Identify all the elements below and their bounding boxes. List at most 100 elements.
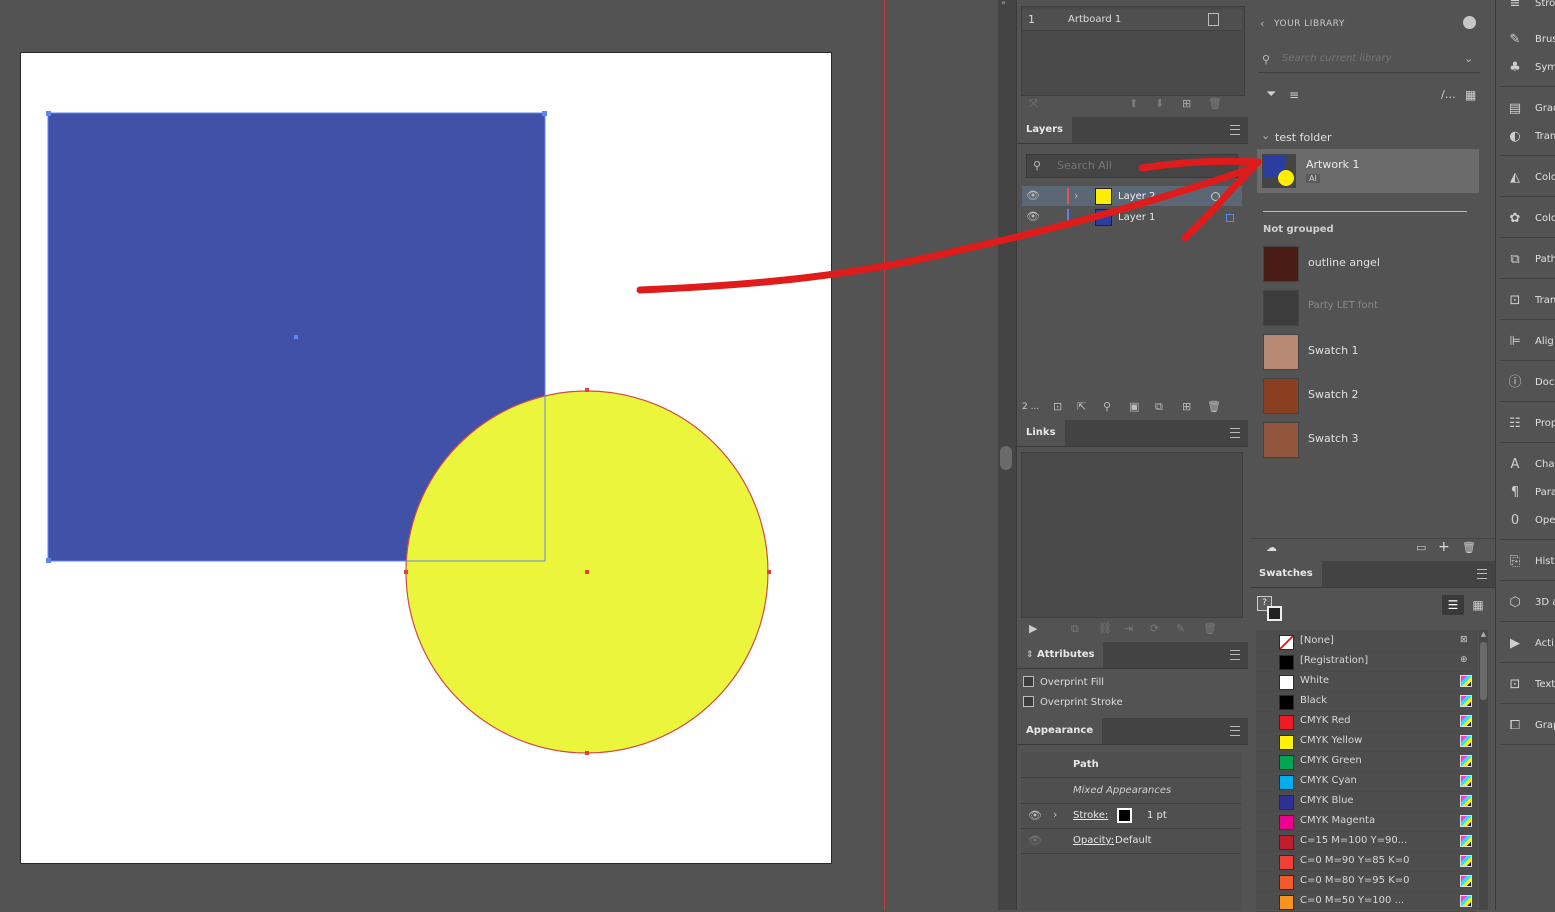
anchor-point[interactable] [46, 111, 51, 116]
overprint-fill-checkbox[interactable] [1023, 676, 1034, 687]
tab-layers[interactable]: Layers [1017, 117, 1072, 143]
play-icon[interactable]: ▶ [1029, 623, 1037, 635]
relink-icon[interactable]: ⛓ [1098, 623, 1112, 635]
artboard-tools-icon[interactable]: ⊡ [1053, 401, 1062, 413]
folder-icon[interactable]: ▭ [1416, 542, 1426, 554]
fill-stroke-proxy[interactable]: ? [1257, 596, 1283, 622]
visibility-eye-icon[interactable]: 👁 [1026, 211, 1040, 223]
thumbnail-view-icon[interactable]: ▦ [1468, 595, 1488, 615]
tab-swatches[interactable]: Swatches [1250, 561, 1322, 587]
tool-transform[interactable]: ⊡ Tran [1498, 287, 1555, 315]
tool-pathfinder[interactable]: ⧉ Path [1498, 246, 1555, 274]
rearrange-artboards-icon[interactable]: ⤧ [1029, 98, 1038, 110]
swatches-menu-icon[interactable] [1477, 569, 1487, 579]
library-item[interactable]: Swatch 1 [1257, 330, 1479, 372]
tool-actions[interactable]: ▶ Acti [1498, 630, 1555, 658]
swatch-row[interactable]: CMYK Magenta [1256, 811, 1476, 832]
tool-document-info[interactable]: ⓘ Docu [1498, 369, 1555, 397]
list-view-icon[interactable]: ☰ [1442, 595, 1464, 615]
swatch-row[interactable]: [None] ⊠ [1256, 631, 1476, 652]
layers-search-field[interactable]: ⚲ [1026, 154, 1238, 178]
stroke-label[interactable]: Stroke: [1073, 810, 1108, 821]
delete-icon[interactable]: 🗑 [1462, 542, 1476, 554]
visibility-eye-icon[interactable]: 👁 [1028, 835, 1042, 847]
anchor-point[interactable] [46, 558, 51, 563]
tool-symbols[interactable]: ♣ Sym [1498, 54, 1555, 82]
filter-icon[interactable]: ⏷ [1266, 88, 1276, 101]
opacity-value[interactable]: Default [1115, 835, 1152, 846]
opacity-row[interactable]: 👁 Opacity: Default [1021, 829, 1241, 853]
layer-row[interactable]: 👁 › Layer 2 [1022, 186, 1242, 206]
artboard-options-icon[interactable] [1208, 13, 1219, 26]
anchor-point[interactable] [585, 388, 589, 392]
embed-icon[interactable]: ⧉ [1071, 623, 1079, 635]
move-down-icon[interactable]: ⬇ [1155, 98, 1164, 110]
update-link-icon[interactable]: ⟳ [1150, 623, 1159, 635]
go-to-link-icon[interactable]: ⇥ [1124, 623, 1133, 635]
new-sublayer-icon[interactable]: ⧉ [1155, 401, 1163, 413]
opacity-label[interactable]: Opacity: [1073, 835, 1114, 846]
back-chevron-icon[interactable]: ‹ [1260, 18, 1264, 30]
swatch-row[interactable]: C=0 M=90 Y=85 K=0 [1256, 851, 1476, 872]
swatch-row[interactable]: CMYK Red [1256, 711, 1476, 732]
tool-text-import[interactable]: ⊡ Text [1498, 671, 1555, 699]
artboard-row[interactable]: 1 Artboard 1 [1022, 10, 1242, 31]
tool-opentype[interactable]: 0 Ope [1498, 507, 1555, 535]
export-icon[interactable]: ⇱ [1077, 401, 1086, 413]
tool-history[interactable]: ⎘ Hist [1498, 548, 1555, 576]
dock-scroll-handle[interactable] [1000, 446, 1012, 470]
swatch-row[interactable]: C=0 M=50 Y=100 ... [1256, 891, 1476, 912]
scroll-thumb[interactable] [1480, 642, 1487, 700]
library-item[interactable]: Swatch 3 [1257, 418, 1479, 460]
expand-chevron-icon[interactable]: › [1053, 809, 1057, 821]
library-title[interactable]: YOUR LIBRARY [1274, 19, 1345, 29]
tool-paragraph[interactable]: ¶ Para [1498, 479, 1555, 507]
layer-row[interactable]: 👁 Layer 1 [1022, 207, 1242, 227]
move-up-icon[interactable]: ⬆ [1129, 98, 1138, 110]
swatch-row[interactable]: CMYK Blue [1256, 791, 1476, 812]
unlink-icon[interactable]: 🗑 [1203, 623, 1217, 635]
anchor-point[interactable] [585, 751, 589, 755]
scroll-up-icon[interactable]: ▲ [1479, 630, 1488, 638]
swatch-row[interactable]: CMYK Cyan [1256, 771, 1476, 792]
add-icon[interactable]: + [1438, 540, 1450, 554]
chevron-down-icon[interactable]: ⌄ [1464, 53, 1473, 65]
tool-character[interactable]: A Char [1498, 451, 1555, 479]
library-item[interactable]: Swatch 2 [1257, 374, 1479, 416]
swatch-row[interactable]: C=0 M=80 Y=95 K=0 [1256, 871, 1476, 892]
tab-links[interactable]: Links [1017, 420, 1065, 446]
library-item[interactable]: Party LET font [1257, 286, 1479, 328]
tool-graphic-styles[interactable]: ⧠ Grap [1498, 712, 1555, 740]
anchor-point[interactable] [767, 570, 771, 574]
library-item[interactable]: outline angel [1257, 242, 1479, 284]
chevron-down-icon[interactable]: ⌄ [1261, 130, 1270, 142]
visibility-eye-icon[interactable]: 👁 [1028, 810, 1042, 822]
tool-3d[interactable]: ⬡ 3D a [1498, 589, 1555, 617]
edit-original-icon[interactable]: ✎ [1176, 623, 1185, 635]
library-search[interactable]: ⚲ ⌄ [1258, 48, 1480, 73]
swatch-row[interactable]: C=15 M=100 Y=90... [1256, 831, 1476, 852]
tab-appearance[interactable]: Appearance [1017, 718, 1103, 744]
tool-transparency[interactable]: ◐ Tran [1498, 123, 1555, 151]
layers-search-input[interactable] [1055, 158, 1209, 173]
tool-stroke[interactable]: ≡ Stro [1498, 0, 1555, 18]
target-circle-icon[interactable] [1211, 192, 1220, 201]
add-user-icon[interactable] [1463, 16, 1476, 29]
swatch-row[interactable]: Black [1256, 691, 1476, 712]
tool-gradient[interactable]: ▤ Grad [1498, 95, 1555, 123]
tool-properties[interactable]: ☷ Prop [1498, 410, 1555, 438]
anchor-point[interactable] [542, 111, 547, 116]
folder-name[interactable]: test folder [1275, 131, 1332, 144]
overprint-stroke-checkbox[interactable] [1023, 696, 1034, 707]
swatch-row[interactable]: CMYK Green [1256, 751, 1476, 772]
clipping-mask-icon[interactable]: ▣ [1129, 401, 1139, 413]
stroke-weight-value[interactable]: 1 pt [1147, 810, 1167, 821]
attributes-menu-icon[interactable] [1230, 650, 1240, 660]
cloud-icon[interactable]: ☁ [1266, 542, 1277, 554]
layers-menu-icon[interactable] [1230, 125, 1240, 135]
grid-view-icon[interactable]: ▦ [1465, 89, 1476, 101]
selection-indicator[interactable] [1226, 214, 1234, 222]
list-view-icon[interactable]: /… [1441, 89, 1456, 101]
expand-chevron-icon[interactable]: › [1074, 190, 1078, 202]
appearance-menu-icon[interactable] [1230, 726, 1240, 736]
